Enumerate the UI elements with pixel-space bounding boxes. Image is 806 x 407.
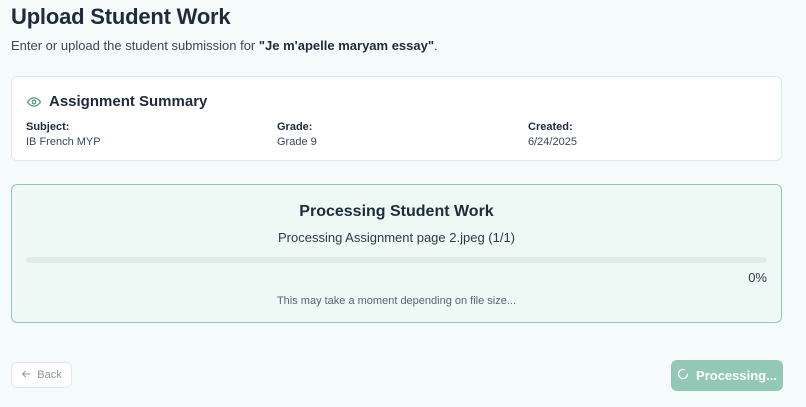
field-label: Created: (528, 121, 573, 133)
progress-bar (26, 257, 767, 263)
summary-header: Assignment Summary (27, 93, 207, 110)
field-label: Grade: (277, 121, 313, 133)
field-label: Subject: (26, 121, 70, 133)
summary-title: Assignment Summary (49, 93, 208, 110)
subtitle-prefix: Enter or upload the student submission f… (11, 38, 259, 53)
summary-field-grade: Grade: Grade 9 (277, 121, 317, 149)
summary-field-created: Created: 6/24/2025 (528, 121, 577, 149)
processing-button-label: Processing... (696, 368, 777, 383)
subtitle-suffix: . (434, 38, 438, 53)
field-value: 6/24/2025 (528, 136, 577, 148)
processing-title: Processing Student Work (299, 203, 494, 220)
processing-card: Processing Student Work Processing Assig… (11, 184, 782, 323)
arrow-left-icon (21, 369, 37, 382)
assignment-name: "Je m'apelle maryam essay" (258, 38, 435, 53)
page-subtitle: Enter or upload the student submission f… (11, 38, 438, 53)
processing-status: Processing Assignment page 2.jpeg (1/1) (277, 230, 516, 245)
field-value: Grade 9 (277, 136, 317, 148)
page-title: Upload Student Work (11, 4, 231, 29)
field-value: IB French MYP (26, 136, 101, 148)
assignment-summary-card: Assignment Summary Subject: IB French MY… (11, 76, 782, 161)
processing-button[interactable]: Processing... (671, 360, 783, 391)
eye-icon (27, 95, 41, 109)
spinner-icon (677, 368, 696, 383)
back-button-label: Back (37, 369, 62, 381)
summary-field-subject: Subject: IB French MYP (26, 121, 101, 149)
back-button[interactable]: Back (11, 362, 72, 388)
progress-percent: 0% (748, 270, 767, 285)
processing-hint: This may take a moment depending on file… (276, 295, 517, 307)
